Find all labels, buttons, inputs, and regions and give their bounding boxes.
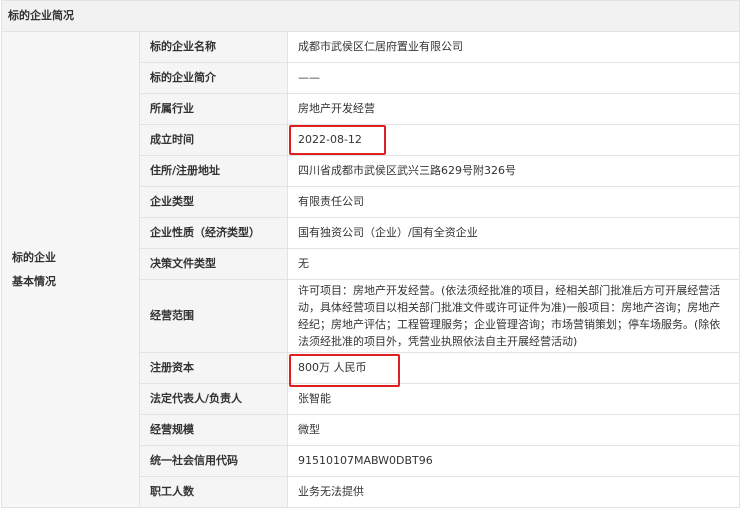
row-label: 住所/注册地址 [139,155,288,187]
row-label: 成立时间 [139,124,288,156]
highlight-box-registered-capital [289,354,400,387]
row-label: 经营规模 [139,414,288,446]
row-value: 成都市武侯区仁居府置业有限公司 [286,31,740,63]
row-label: 标的企业名称 [139,31,288,63]
row-label: 统一社会信用代码 [139,445,288,477]
row-value: 张智能 [286,383,740,415]
enterprise-info-table: 标的企业简况 标的企业 基本情况 标的企业名称 成都市武侯区仁居府置业有限公司 … [0,0,740,508]
row-value: 有限责任公司 [286,186,740,218]
row-value: 国有独资公司（企业）/国有全资企业 [286,217,740,249]
group-label: 标的企业 基本情况 [1,31,140,508]
highlight-box-established-date [289,125,386,155]
row-label: 注册资本 [139,352,288,384]
row-value: 无 [286,248,740,280]
section-header-row: 标的企业简况 [0,0,740,32]
row-value: 91510107MABW0DBT96 [286,445,740,477]
row-label: 经营范围 [139,279,288,353]
row-label: 所属行业 [139,93,288,125]
row-value: 四川省成都市武侯区武兴三路629号附326号 [286,155,740,187]
row-value: —— [286,62,740,94]
row-label: 标的企业简介 [139,62,288,94]
row-value: 微型 [286,414,740,446]
row-label: 企业性质（经济类型） [139,217,288,249]
row-label: 职工人数 [139,476,288,508]
enterprise-info-panel: 标的企业简况 标的企业 基本情况 标的企业名称 成都市武侯区仁居府置业有限公司 … [0,0,740,508]
row-label: 法定代表人/负责人 [139,383,288,415]
row-label: 企业类型 [139,186,288,218]
row-value: 许可项目：房地产开发经营。(依法须经批准的项目，经相关部门批准后方可开展经营活动… [286,279,740,353]
row-label: 决策文件类型 [139,248,288,280]
row-value: 房地产开发经营 [286,93,740,125]
table-row: 标的企业 基本情况 标的企业名称 成都市武侯区仁居府置业有限公司 [1,31,740,508]
group-label-line2: 基本情况 [12,274,56,288]
group-label-line1: 标的企业 [12,250,56,264]
section-title: 标的企业简况 [0,0,740,32]
row-value: 业务无法提供 [286,476,740,508]
